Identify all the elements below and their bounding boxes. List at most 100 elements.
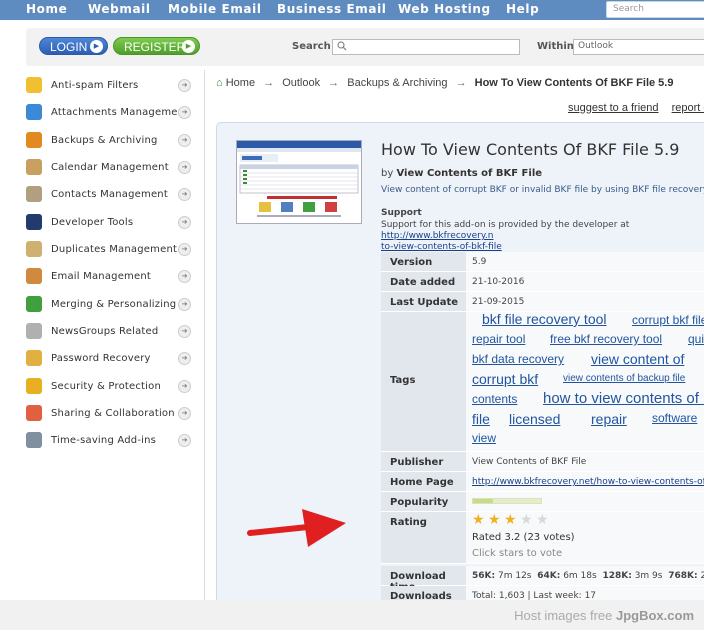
password-icon xyxy=(26,350,42,366)
homepage-link[interactable]: http://www.bkfrecovery.net/how-to-view-c… xyxy=(472,477,704,487)
tag-link[interactable]: free bkf recovery tool xyxy=(550,332,662,346)
popularity-bar xyxy=(472,498,542,504)
tag-link[interactable]: software xyxy=(652,411,697,425)
rating-star-icon[interactable]: ★ xyxy=(504,513,517,527)
breadcrumb-home[interactable]: Home xyxy=(226,77,255,89)
suggest-to-friend-link[interactable]: suggest to a friend xyxy=(568,102,659,114)
sidebar-item[interactable]: Merging & Personalizing ➔ xyxy=(26,295,204,315)
support-link[interactable]: http://www.bkfrecovery.n xyxy=(381,231,493,241)
arrow-right-icon[interactable]: ➔ xyxy=(178,325,191,338)
tag-link[interactable]: bkf file recovery tool xyxy=(482,311,607,327)
sidebar-item[interactable]: Password Recovery ➔ xyxy=(26,349,204,369)
nav-web-hosting[interactable]: Web Hosting xyxy=(398,2,491,16)
speed-56k-time: 7m 12s xyxy=(497,571,532,581)
tag-link[interactable]: view content of xyxy=(591,351,684,367)
search-input[interactable] xyxy=(332,39,520,55)
speed-128k-time: 3m 9s xyxy=(634,571,663,581)
sidebar-item[interactable]: Anti-spam Filters ➔ xyxy=(26,76,204,96)
nav-help[interactable]: Help xyxy=(506,2,539,16)
rating-cell: Rated 3.2 (23 votes) Click stars to vote xyxy=(466,512,704,563)
tag-link[interactable]: repair xyxy=(591,411,627,427)
rating-star-icon[interactable]: ★ xyxy=(472,513,485,527)
support-link-continued[interactable]: to-view-contents-of-bkf-file xyxy=(381,242,502,252)
addon-title: How To View Contents Of BKF File 5.9 xyxy=(381,140,680,159)
sidebar-item[interactable]: Email Management ➔ xyxy=(26,267,204,287)
arrow-right-icon[interactable]: ➔ xyxy=(178,188,191,201)
sidebar-item[interactable]: Contacts Management ➔ xyxy=(26,185,204,205)
sidebar-item[interactable]: Developer Tools ➔ xyxy=(26,213,204,233)
sidebar-item[interactable]: Attachments Management ➔ xyxy=(26,103,204,123)
popularity-cell xyxy=(466,492,704,511)
tag-link[interactable]: corrupt bkf xyxy=(472,371,538,387)
publisher-label: Publisher xyxy=(381,452,466,471)
top-search-input[interactable]: Search xyxy=(606,1,704,18)
sidebar-item-label: Merging & Personalizing xyxy=(51,299,177,310)
addon-screenshot-thumbnail[interactable] xyxy=(236,140,362,224)
date-added-value: 21-10-2016 xyxy=(466,272,704,291)
tag-link[interactable]: corrupt bkf file xyxy=(632,313,704,327)
tag-link[interactable]: view contents of backup file xyxy=(563,373,685,384)
sidebar-item[interactable]: NewsGroups Related ➔ xyxy=(26,322,204,342)
tag-link[interactable]: bkf data recovery xyxy=(472,352,564,366)
arrow-right-icon[interactable]: ➔ xyxy=(178,298,191,311)
nav-mobile-email[interactable]: Mobile Email xyxy=(168,2,262,16)
nav-webmail[interactable]: Webmail xyxy=(88,2,151,16)
tag-link[interactable]: contents xyxy=(472,392,517,406)
arrow-right-icon[interactable]: ➔ xyxy=(178,243,191,256)
arrow-right-icon[interactable]: ➔ xyxy=(178,216,191,229)
tag-link[interactable]: qui xyxy=(688,332,704,346)
sidebar-item[interactable]: Sharing & Collaboration ➔ xyxy=(26,404,204,424)
calendar-icon xyxy=(26,159,42,175)
sidebar-item-label: Developer Tools xyxy=(51,217,134,228)
arrow-right-icon[interactable]: ➔ xyxy=(178,161,191,174)
arrow-right-icon[interactable]: ➔ xyxy=(178,352,191,365)
arrow-right-icon[interactable]: ➔ xyxy=(178,380,191,393)
sharing-icon xyxy=(26,405,42,421)
arrow-right-icon[interactable]: ➔ xyxy=(178,434,191,447)
sidebar-item-label: Duplicates Management xyxy=(51,244,178,255)
homepage-label: Home Page xyxy=(381,472,466,491)
rating-star-icon[interactable]: ★ xyxy=(536,513,549,527)
popularity-fill xyxy=(473,499,494,503)
arrow-right-icon[interactable]: ➔ xyxy=(178,270,191,283)
merge-icon xyxy=(26,296,42,312)
report-link[interactable]: report e xyxy=(672,102,704,114)
addon-author[interactable]: View Contents of BKF File xyxy=(396,168,542,179)
tag-link[interactable]: view xyxy=(472,431,496,445)
register-label: REGISTER xyxy=(124,40,186,54)
nav-home[interactable]: Home xyxy=(26,2,67,16)
rating-star-icon[interactable]: ★ xyxy=(520,513,533,527)
breadcrumb-backups[interactable]: Backups & Archiving xyxy=(347,77,447,89)
tag-link[interactable]: how to view contents of bk xyxy=(543,390,704,407)
arrow-right-icon[interactable]: ➔ xyxy=(178,106,191,119)
rating-hint: Click stars to vote xyxy=(472,548,563,559)
developer-tools-icon xyxy=(26,214,42,230)
contacts-icon xyxy=(26,186,42,202)
within-select[interactable]: Outlook xyxy=(573,39,704,55)
register-button[interactable]: REGISTER ▶ xyxy=(113,37,200,55)
nav-business-email[interactable]: Business Email xyxy=(277,2,387,16)
sidebar-item-label: Email Management xyxy=(51,271,151,282)
footer-brand[interactable]: JpgBox.com xyxy=(616,608,694,623)
sidebar-item[interactable]: Calendar Management ➔ xyxy=(26,158,204,178)
rating-text: Rated 3.2 (23 votes) xyxy=(472,532,575,543)
sidebar-item[interactable]: Duplicates Management ➔ xyxy=(26,240,204,260)
tag-link[interactable]: licensed xyxy=(509,411,560,427)
page-actions: suggest to a friend report e xyxy=(568,102,704,114)
sidebar-item[interactable]: Time-saving Add-ins ➔ xyxy=(26,431,204,451)
arrow-right-icon[interactable]: ➔ xyxy=(178,79,191,92)
popularity-label: Popularity xyxy=(381,492,466,511)
tag-link[interactable]: repair tool xyxy=(472,332,525,346)
sidebar-item[interactable]: Security & Protection ➔ xyxy=(26,377,204,397)
login-button[interactable]: LOGIN ▶ xyxy=(39,37,108,55)
last-update-label: Last Update xyxy=(381,292,466,311)
sidebar-item-label: Attachments Management xyxy=(51,107,189,118)
duplicates-icon xyxy=(26,241,42,257)
breadcrumb-outlook[interactable]: Outlook xyxy=(282,77,320,89)
arrow-right-icon[interactable]: ➔ xyxy=(178,134,191,147)
breadcrumb-arrow-icon: → xyxy=(455,77,467,89)
rating-star-icon[interactable]: ★ xyxy=(488,513,501,527)
sidebar-item[interactable]: Backups & Archiving ➔ xyxy=(26,131,204,151)
arrow-right-icon[interactable]: ➔ xyxy=(178,407,191,420)
tag-link[interactable]: file xyxy=(472,411,490,427)
